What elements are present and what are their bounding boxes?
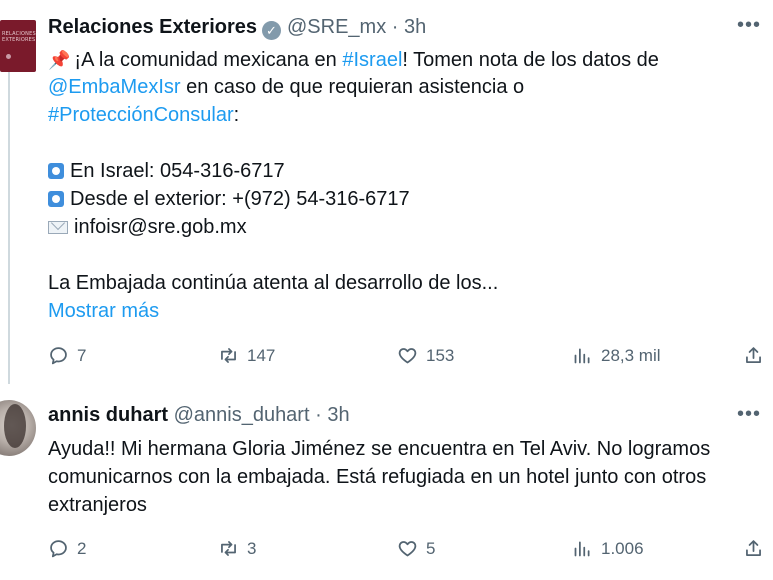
timestamp[interactable]: 3h xyxy=(327,404,349,426)
handle[interactable]: @annis_duhart xyxy=(174,404,310,426)
tweet1-header: Relaciones Exteriores ✓ @SRE_mx · 3h xyxy=(48,16,426,40)
like-button[interactable]: 153 xyxy=(397,345,454,366)
hashtag-proteccion-consular[interactable]: #ProtecciónConsular xyxy=(48,104,234,126)
contact-israel: En Israel: 054-316-6717 xyxy=(48,159,285,184)
share-button[interactable] xyxy=(743,345,764,366)
retweet-count: 3 xyxy=(247,538,257,558)
reply-count: 7 xyxy=(77,345,87,365)
heart-icon xyxy=(398,348,417,364)
views-button[interactable]: 1.006 xyxy=(572,538,644,559)
text-segment: ¡A la comunidad mexicana en xyxy=(74,49,343,71)
avatar-annis-duhart[interactable] xyxy=(0,400,36,456)
timestamp[interactable]: 3h xyxy=(404,16,426,38)
reply-button[interactable]: 7 xyxy=(48,345,86,366)
text-segment: en caso de que requieran asistencia o xyxy=(180,76,525,98)
text-segment: : xyxy=(233,104,240,126)
tweet2-text-line2: comunicarnos con la embajada. Está refug… xyxy=(48,466,707,488)
contact-exterior: Desde el exterior: +(972) 54-316-6717 xyxy=(48,187,410,212)
tweet2-text-line1: Ayuda!! Mi hermana Gloria Jiménez se enc… xyxy=(48,438,711,460)
tweet1-text-line3: #ProtecciónConsular: xyxy=(48,103,239,128)
retweet-icon xyxy=(221,348,236,363)
seal-icon xyxy=(6,54,11,59)
contact-email: infoisr@sre.gob.mx xyxy=(48,215,247,240)
share-icon xyxy=(746,347,761,363)
more-options-icon[interactable]: ••• xyxy=(737,403,761,426)
reply-icon xyxy=(50,540,67,558)
contact-text: Desde el exterior: +(972) 54-316-6717 xyxy=(70,188,410,210)
blue-square-icon xyxy=(48,191,64,207)
avatar-sre[interactable]: RELACIONES EXTERIORES xyxy=(0,20,36,72)
heart-icon xyxy=(398,541,417,557)
retweet-button[interactable]: 147 xyxy=(218,345,275,366)
views-button[interactable]: 28,3 mil xyxy=(572,345,661,366)
views-count: 28,3 mil xyxy=(601,345,661,365)
reply-button[interactable]: 2 xyxy=(48,538,86,559)
blue-square-icon xyxy=(48,163,64,179)
views-count: 1.006 xyxy=(601,538,644,558)
tweet2-header: annis duhart @annis_duhart · 3h xyxy=(48,404,350,427)
share-button[interactable] xyxy=(743,538,764,559)
share-icon xyxy=(746,540,761,556)
more-options-icon[interactable]: ••• xyxy=(737,14,761,37)
text-segment: ! Tomen nota de los datos de xyxy=(402,49,659,71)
like-count: 5 xyxy=(426,538,436,558)
contact-text: En Israel: 054-316-6717 xyxy=(70,160,285,182)
envelope-icon xyxy=(48,221,68,234)
verified-badge-icon[interactable]: ✓ xyxy=(262,21,281,40)
display-name[interactable]: annis duhart xyxy=(48,404,168,426)
avatar-logo-text: RELACIONES EXTERIORES xyxy=(2,31,36,43)
retweet-button[interactable]: 3 xyxy=(218,538,256,559)
views-icon xyxy=(574,348,590,364)
retweet-icon xyxy=(221,541,236,556)
contact-text: infoisr@sre.gob.mx xyxy=(74,216,247,238)
thread-connector-line xyxy=(8,72,10,384)
retweet-count: 147 xyxy=(247,345,276,365)
tweet1-text-line1: 📌 ¡A la comunidad mexicana en #Israel! To… xyxy=(48,48,659,73)
pushpin-icon: 📌 xyxy=(48,50,71,70)
separator: · xyxy=(315,404,322,426)
tweet2-text-line3: extranjeros xyxy=(48,494,147,516)
tweet1-text-line2: @EmbaMexIsr en caso de que requieran asi… xyxy=(48,75,524,100)
handle[interactable]: @SRE_mx xyxy=(287,16,386,38)
like-count: 153 xyxy=(426,345,455,365)
display-name[interactable]: Relaciones Exteriores xyxy=(48,16,257,38)
reply-count: 2 xyxy=(77,538,87,558)
hashtag-israel[interactable]: #Israel xyxy=(342,49,402,71)
like-button[interactable]: 5 xyxy=(397,538,435,559)
tweet1-text-tail: La Embajada continúa atenta al desarroll… xyxy=(48,272,499,294)
mention-embamexisr[interactable]: @EmbaMexIsr xyxy=(48,76,181,98)
avatar-hair xyxy=(4,404,26,448)
show-more-link[interactable]: Mostrar más xyxy=(48,299,159,324)
views-icon xyxy=(574,541,590,557)
reply-icon xyxy=(50,347,67,365)
